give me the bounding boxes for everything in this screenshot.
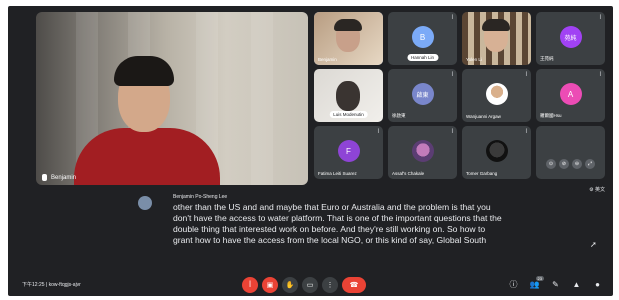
raise-hand-button[interactable]: ✋ (282, 277, 298, 293)
participant-name: 王苑純 (540, 56, 554, 61)
people-count-badge: 23 (535, 276, 544, 281)
mic-off-icon: ꟾ (451, 72, 453, 78)
mic-off-icon: ꟾ (248, 282, 252, 289)
captions-button[interactable]: ▭ (302, 277, 318, 293)
meeting-window: Benjamin Benjamin ꟾ B Hannah Lin Yolen L… (8, 6, 613, 296)
main-speaker-name: Benjamin (42, 174, 76, 181)
participant-name: Luis Modenutin (329, 111, 368, 118)
camera-off-icon: ▣ (266, 282, 274, 289)
mic-off-icon: ꟾ (451, 15, 453, 21)
more-options-icon: ⋮ (326, 282, 334, 289)
call-controls: ꟾ ▣ ✋ ▭ ⋮ ☎ (242, 277, 366, 293)
mute-icon[interactable]: ⊘ (559, 159, 569, 169)
participant-avatar: 啟東 (411, 83, 434, 105)
participant-avatar: F (337, 140, 360, 162)
meeting-time: 下午12:25 (22, 282, 45, 288)
participant-name: 徐啟東 (392, 113, 406, 118)
mouse-cursor-icon: ➚ (590, 240, 597, 249)
tile-control-row: ⊙ ⊘ ⊖ ⤢ (546, 159, 595, 169)
main-speaker-tile[interactable]: Benjamin (36, 12, 308, 185)
pin-icon[interactable]: ⊙ (546, 159, 556, 169)
camera-off-button[interactable]: ▣ (262, 277, 278, 293)
participant-tile[interactable]: Benjamin (314, 12, 383, 65)
mic-off-icon: ꟾ (377, 129, 379, 135)
more-options-button[interactable]: ⋮ (322, 277, 338, 293)
participant-tile[interactable]: ꟾ Assaf's Chakale (388, 126, 457, 179)
participant-tile[interactable]: ꟾ 苑純 王苑純 (536, 12, 605, 65)
caption-language[interactable]: ⚙ 英文 (589, 186, 605, 193)
caption-speaker-name: Benjamin Po-Sheng Lee (173, 194, 228, 200)
participant-avatar: A (559, 83, 582, 105)
caption-language-label: 英文 (594, 187, 605, 193)
captions-icon: ▭ (306, 282, 314, 289)
participant-name: Yolen Li (466, 57, 482, 62)
participant-tile[interactable]: ꟾ Tomer Garbang (462, 126, 531, 179)
mic-off-icon: ꟾ (599, 72, 601, 78)
people-icon[interactable]: 👥 23 (529, 276, 544, 290)
participant-name: Wanjuanni Argaw (466, 114, 501, 119)
participant-hair (334, 19, 362, 31)
end-call-button[interactable]: ☎ (342, 277, 366, 293)
mic-off-icon: ꟾ (599, 15, 601, 21)
mic-off-icon: ꟾ (525, 129, 527, 135)
caption-speaker-avatar (138, 196, 152, 210)
expand-icon[interactable]: ⤢ (585, 159, 595, 169)
lock-icon[interactable]: ● (592, 279, 603, 290)
mic-off-icon: ꟾ (451, 129, 453, 135)
speaker-hair (114, 56, 174, 86)
participant-avatar (411, 140, 434, 162)
mic-off-icon: ꟾ (525, 72, 527, 78)
participant-face (336, 81, 360, 111)
participant-name: Benjamin (318, 57, 337, 62)
participant-tile[interactable]: ꟾ B Hannah Lin (388, 12, 457, 65)
main-speaker-label: Benjamin (51, 174, 77, 181)
participant-tile[interactable]: ꟾ Wanjuanni Argaw (462, 69, 531, 122)
speaker-body (74, 128, 220, 185)
participant-tile[interactable]: ꟾ 啟東 徐啟東 (388, 69, 457, 122)
participant-name: Hannah Lin (406, 54, 439, 61)
tile-controls: ⊙ ⊘ ⊖ ⤢ (536, 126, 605, 179)
participant-avatar (485, 83, 508, 105)
mic-off-button[interactable]: ꟾ (242, 277, 258, 293)
meeting-info: 下午12:25 | kow-ftqgjs-ajvr (22, 281, 81, 288)
end-call-icon: ☎ (349, 282, 359, 289)
participant-hair (482, 19, 510, 31)
participant-tile[interactable]: ꟾ A 羅爾國Hsu (536, 69, 605, 122)
participant-avatar: B (411, 26, 434, 48)
caption-text: other than the US and and maybe that Eur… (173, 202, 502, 245)
info-icon[interactable]: ⓘ (508, 279, 519, 290)
remove-icon[interactable]: ⊖ (572, 159, 582, 169)
bottom-toolbar: 下午12:25 | kow-ftqgjs-ajvr ꟾ ▣ ✋ ▭ ⋮ ☎ ⓘ … (8, 274, 613, 296)
meeting-code: kow-ftqgjs-ajvr (48, 282, 81, 288)
participant-tile[interactable]: ꟾ F Fatima Leiti Suarez (314, 126, 383, 179)
participant-name: Tomer Garbang (466, 171, 498, 176)
participant-tile[interactable]: Yolen Li (462, 12, 531, 65)
participant-name: 羅爾國Hsu (540, 113, 562, 118)
participant-avatar (485, 140, 508, 162)
chat-icon[interactable]: ✎ (550, 279, 561, 290)
side-panel-icons: ⓘ 👥 23 ✎ ▲ ● (508, 276, 603, 290)
participant-avatar: 苑純 (559, 26, 582, 48)
mic-icon (42, 174, 47, 181)
raise-hand-icon: ✋ (285, 282, 295, 289)
curtain-stripe (251, 12, 273, 185)
participant-tile[interactable]: Luis Modenutin (314, 69, 383, 122)
participant-name: Fatima Leiti Suarez (318, 171, 357, 176)
participant-name: Assaf's Chakale (392, 171, 425, 176)
activities-icon[interactable]: ▲ (571, 279, 582, 290)
